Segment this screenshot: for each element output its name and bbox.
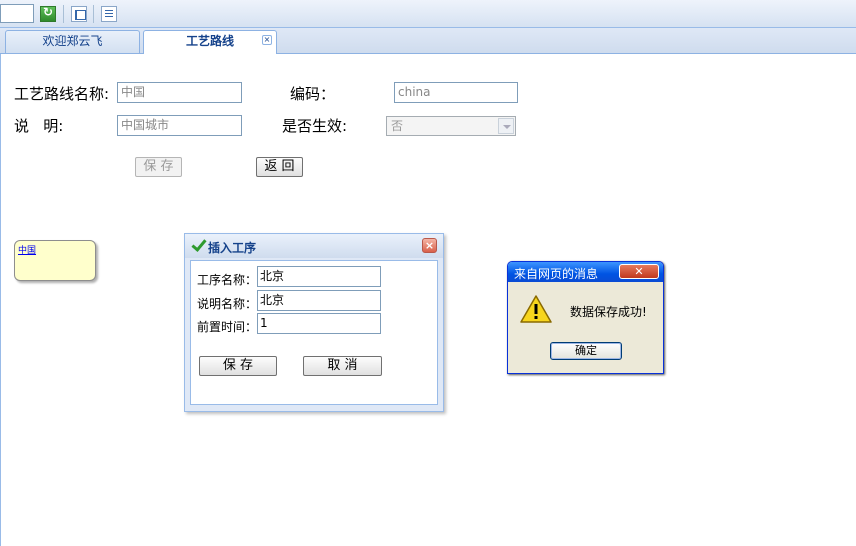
- desc-name-label: 说明名称：: [197, 297, 258, 311]
- close-icon[interactable]: ×: [422, 238, 437, 253]
- tab-welcome[interactable]: 欢迎郑云飞: [5, 30, 140, 53]
- route-node-link[interactable]: 中国: [18, 243, 36, 256]
- alert-title: 来自网页的消息: [514, 267, 599, 281]
- description-label: 说 明:: [14, 117, 64, 135]
- dialog-title: 插入工序: [208, 241, 257, 255]
- save-button[interactable]: 保 存: [135, 157, 182, 177]
- alert-title-bar[interactable]: 来自网页的消息 ✕: [508, 262, 663, 282]
- tab-process-route[interactable]: 工艺路线 ×: [143, 30, 277, 54]
- code-label: 编码：: [290, 85, 336, 103]
- lead-time-field[interactable]: 1: [257, 313, 381, 334]
- warning-icon: [520, 295, 552, 323]
- tab-label: 工艺路线: [185, 34, 234, 48]
- lead-time-label: 前置时间：: [197, 320, 258, 334]
- toolbar: [0, 0, 856, 28]
- tree-icon[interactable]: [71, 6, 87, 22]
- toolbar-separator: [93, 5, 94, 23]
- toolbar-separator: [63, 5, 64, 23]
- alert-message: 数据保存成功!: [570, 305, 647, 319]
- process-name-label: 工序名称：: [197, 273, 258, 287]
- list-icon[interactable]: [101, 6, 117, 22]
- close-icon[interactable]: ✕: [619, 264, 659, 279]
- alert-dialog: 来自网页的消息 ✕ 数据保存成功! 确定: [507, 261, 664, 374]
- panel-border: [0, 54, 1, 546]
- route-node[interactable]: 中国: [14, 240, 96, 281]
- dialog-save-button[interactable]: 保 存: [199, 356, 277, 376]
- route-name-label: 工艺路线名称:: [14, 85, 110, 103]
- insert-process-dialog: 插入工序 × 工序名称： 北京 说明名称： 北京 前置时间： 1 保 存 取 消: [184, 233, 444, 412]
- chevron-down-icon[interactable]: [498, 118, 514, 134]
- process-name-field[interactable]: 北京: [257, 266, 381, 287]
- ok-button[interactable]: 确定: [550, 342, 622, 360]
- route-name-field[interactable]: 中国: [117, 82, 242, 103]
- dialog-cancel-button[interactable]: 取 消: [303, 356, 382, 376]
- code-field[interactable]: china: [394, 82, 518, 103]
- app-window: 欢迎郑云飞 工艺路线 × 工艺路线名称: 中国 编码： china 说 明: 中…: [0, 0, 856, 546]
- active-label: 是否生效:: [282, 117, 348, 135]
- active-select-value: 否: [391, 119, 404, 133]
- toolbar-input[interactable]: [0, 4, 34, 23]
- desc-name-field[interactable]: 北京: [257, 290, 381, 311]
- description-field[interactable]: 中国城市: [117, 115, 242, 136]
- refresh-icon[interactable]: [40, 5, 56, 22]
- close-icon[interactable]: ×: [262, 35, 272, 45]
- dialog-body: 工序名称： 北京 说明名称： 北京 前置时间： 1 保 存 取 消: [190, 260, 438, 405]
- check-icon: [191, 237, 205, 251]
- active-select[interactable]: 否: [386, 116, 516, 136]
- tab-strip: 欢迎郑云飞 工艺路线 ×: [0, 28, 856, 54]
- back-button[interactable]: 返 回: [256, 157, 303, 177]
- dialog-header[interactable]: 插入工序 ×: [185, 234, 443, 258]
